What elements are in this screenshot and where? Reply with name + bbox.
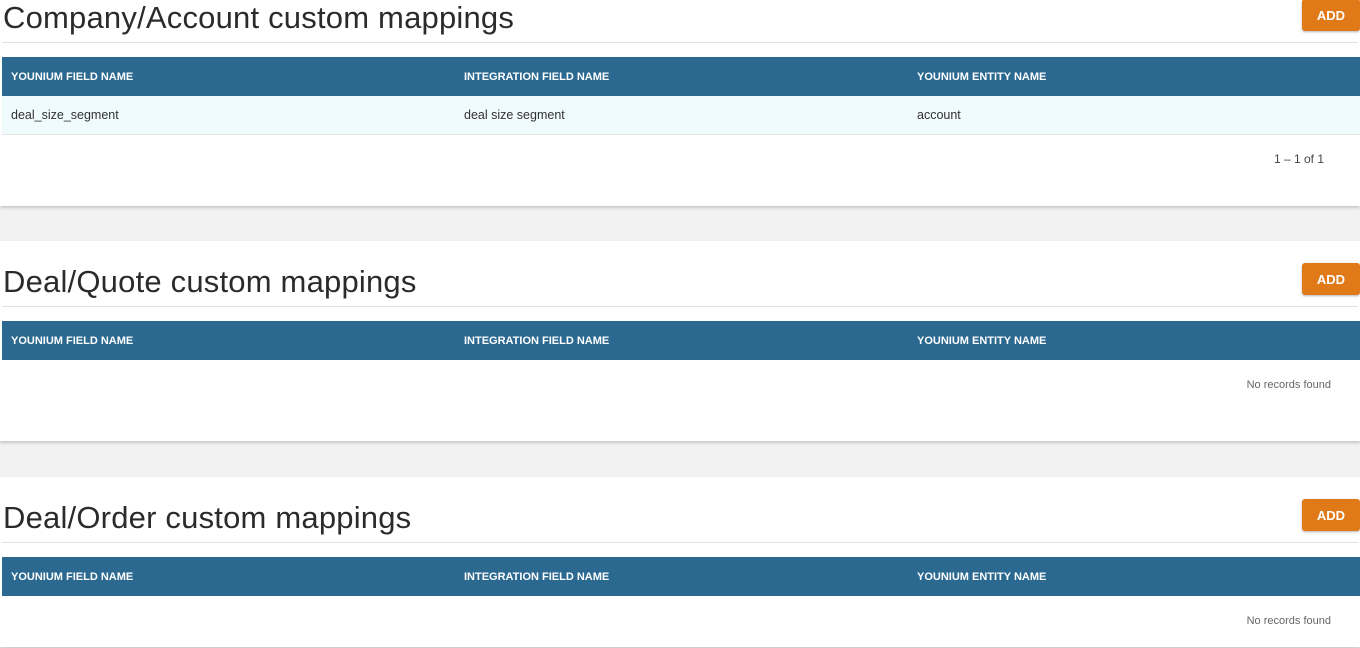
cell-younium-entity-name: account — [917, 108, 961, 122]
column-header-integration-field-name[interactable]: INTEGRATION FIELD NAME — [455, 335, 908, 347]
column-header-younium-entity-name[interactable]: YOUNIUM ENTITY NAME — [908, 335, 1360, 347]
table-row[interactable]: deal_size_segment deal size segment acco… — [2, 96, 1360, 135]
column-header-integration-field-name[interactable]: INTEGRATION FIELD NAME — [455, 71, 908, 83]
add-button[interactable]: ADD — [1302, 499, 1360, 531]
section-header: Company/Account custom mappings ADD — [2, 0, 1360, 43]
column-header-younium-field-name[interactable]: YOUNIUM FIELD NAME — [2, 571, 455, 583]
mappings-table: YOUNIUM FIELD NAME INTEGRATION FIELD NAM… — [2, 321, 1360, 412]
empty-state: No records found — [2, 596, 1360, 648]
add-button[interactable]: ADD — [1302, 0, 1360, 31]
no-records-text: No records found — [1246, 379, 1331, 391]
section-title: Deal/Quote custom mappings — [3, 264, 417, 299]
table-header: YOUNIUM FIELD NAME INTEGRATION FIELD NAM… — [2, 557, 1360, 596]
cell-integration-field-name: deal size segment — [464, 108, 565, 122]
empty-state: No records found — [2, 360, 1360, 412]
mappings-table: YOUNIUM FIELD NAME INTEGRATION FIELD NAM… — [2, 557, 1360, 648]
table-header: YOUNIUM FIELD NAME INTEGRATION FIELD NAM… — [2, 57, 1360, 96]
no-records-text: No records found — [1246, 615, 1331, 627]
mappings-table: YOUNIUM FIELD NAME INTEGRATION FIELD NAM… — [2, 57, 1360, 183]
deal-order-mappings-section: Deal/Order custom mappings ADD YOUNIUM F… — [0, 477, 1360, 647]
column-header-younium-field-name[interactable]: YOUNIUM FIELD NAME — [2, 71, 455, 83]
section-title: Company/Account custom mappings — [3, 0, 515, 35]
column-header-integration-field-name[interactable]: INTEGRATION FIELD NAME — [455, 571, 908, 583]
company-account-mappings-section: Company/Account custom mappings ADD YOUN… — [0, 0, 1360, 206]
section-title: Deal/Order custom mappings — [3, 500, 412, 535]
paginator-range-label: 1 – 1 of 1 — [1273, 152, 1324, 166]
column-header-younium-entity-name[interactable]: YOUNIUM ENTITY NAME — [908, 571, 1360, 583]
table-header: YOUNIUM FIELD NAME INTEGRATION FIELD NAM… — [2, 321, 1360, 360]
paginator: 1 – 1 of 1 — [2, 135, 1360, 183]
section-header: Deal/Quote custom mappings ADD — [2, 263, 1360, 307]
deal-quote-mappings-section: Deal/Quote custom mappings ADD YOUNIUM F… — [0, 241, 1360, 441]
section-header: Deal/Order custom mappings ADD — [2, 499, 1360, 543]
cell-younium-field-name: deal_size_segment — [11, 108, 119, 122]
add-button[interactable]: ADD — [1302, 263, 1360, 295]
column-header-younium-field-name[interactable]: YOUNIUM FIELD NAME — [2, 335, 455, 347]
column-header-younium-entity-name[interactable]: YOUNIUM ENTITY NAME — [908, 71, 1360, 83]
